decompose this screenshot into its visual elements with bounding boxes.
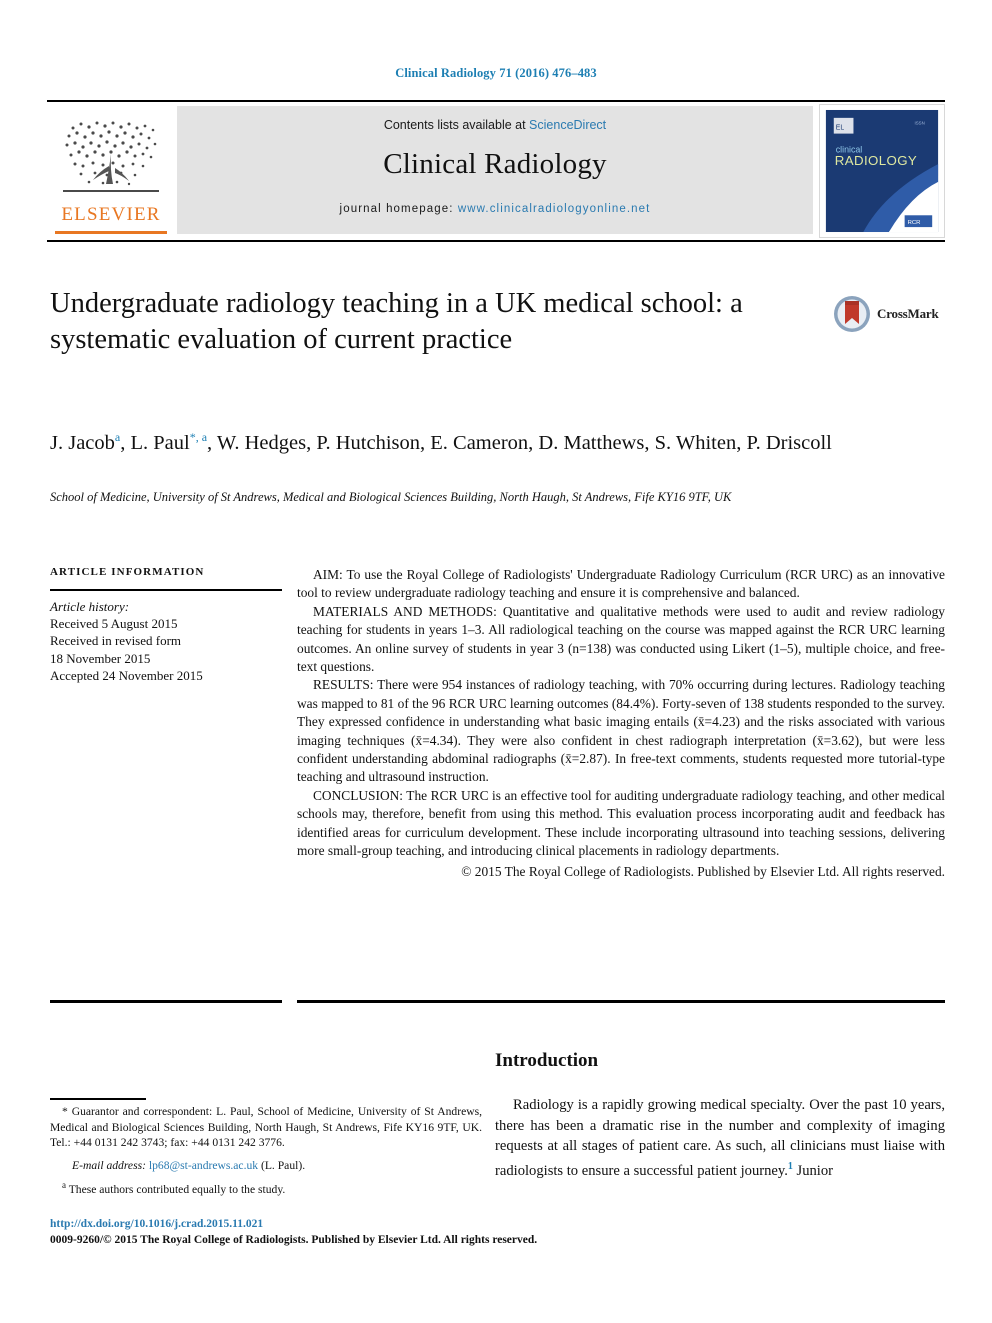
equal-contribution-text: These authors contributed equally to the… <box>68 1183 286 1197</box>
footnote-correspondence: * Guarantor and correspondent: L. Paul, … <box>50 1105 482 1150</box>
introduction-heading: Introduction <box>495 1050 599 1071</box>
article-information-heading: ARTICLE INFORMATION <box>50 566 205 578</box>
article-history-revised-date: 18 November 2015 <box>50 650 151 666</box>
footnote-equal-contribution: a These authors contributed equally to t… <box>50 1178 482 1197</box>
introduction-paragraph: Radiology is a rapidly growing medical s… <box>495 1095 945 1181</box>
journal-title: Clinical Radiology <box>383 148 607 180</box>
article-history-accepted: Accepted 24 November 2015 <box>50 668 203 683</box>
elsevier-logo: ELSEVIER <box>47 104 175 240</box>
abstract-conclusion: CONCLUSION: The RCR URC is an effective … <box>297 787 945 859</box>
journal-homepage-link[interactable]: www.clinicalradiologyonline.net <box>458 203 651 215</box>
page-title: Undergraduate radiology teaching in a UK… <box>50 288 743 355</box>
journal-homepage-line: journal homepage: www.clinicalradiologyo… <box>177 203 813 215</box>
elsevier-wordmark: ELSEVIER <box>61 204 161 225</box>
right-column-divider <box>297 1000 945 1003</box>
svg-text:ISSN: ISSN <box>914 121 924 126</box>
author-list: J. Jacoba, L. Paul*, a, W. Hedges, P. Hu… <box>50 424 850 457</box>
crossmark-label: CrossMark <box>877 306 939 321</box>
journal-cover-thumbnail[interactable]: EL ISSN clinical RADIOLOGY RCR <box>819 104 945 238</box>
svg-text:RADIOLOGY: RADIOLOGY <box>835 153 917 168</box>
email-label: E-mail address: <box>72 1158 146 1172</box>
article-history-revised-label: Received in revised form <box>50 633 182 648</box>
abstract-results: RESULTS: There were 954 instances of rad… <box>297 677 945 785</box>
journal-masthead: ELSEVIER Contents lists available at Sci… <box>47 100 945 242</box>
author-jacob: J. Jacob <box>50 431 115 454</box>
crossmark-icon <box>834 296 870 332</box>
equal-contribution-marker: a <box>62 1180 66 1191</box>
cover-artwork: EL ISSN clinical RADIOLOGY RCR <box>820 105 944 237</box>
article-information-block: ARTICLE INFORMATION Article history: Rec… <box>50 566 282 685</box>
svg-text:EL: EL <box>836 125 845 132</box>
elsevier-tree-icon <box>63 121 159 192</box>
email-attribution: (L. Paul). <box>260 1158 306 1172</box>
authors-remaining: , W. Hedges, P. Hutchison, E. Cameron, D… <box>207 431 832 454</box>
journal-header-band: Contents lists available at ScienceDirec… <box>177 106 813 234</box>
introduction-body: Radiology is a rapidly growing medical s… <box>495 1095 945 1181</box>
affiliation: School of Medicine, University of St And… <box>50 490 732 504</box>
abstract-aim: AIM: To use the Royal College of Radiolo… <box>297 567 945 601</box>
article-history-received: Received 5 August 2015 <box>50 615 178 631</box>
elsevier-underline <box>55 231 167 234</box>
footnote-email: E-mail address: lp68@st-andrews.ac.uk (L… <box>50 1158 482 1174</box>
article-information-rule <box>50 589 282 591</box>
crossmark-badge[interactable]: CrossMark <box>832 292 940 336</box>
running-head: Clinical Radiology 71 (2016) 476–483 <box>395 66 597 80</box>
email-link[interactable]: lp68@st-andrews.ac.uk <box>149 1159 258 1172</box>
abstract: AIM: To use the Royal College of Radiolo… <box>297 566 945 881</box>
doi-link[interactable]: http://dx.doi.org/10.1016/j.crad.2015.11… <box>50 1218 263 1230</box>
abstract-copyright: © 2015 The Royal College of Radiologists… <box>461 863 945 879</box>
journal-article-page: Clinical Radiology 71 (2016) 476–483 ELS… <box>0 0 992 1323</box>
homepage-prefix: journal homepage: <box>339 203 458 215</box>
masthead-top-rule <box>47 100 945 102</box>
contents-available-line: Contents lists available at ScienceDirec… <box>177 106 813 132</box>
introduction-text: Radiology is a rapidly growing medical s… <box>495 1097 945 1179</box>
svg-text:RCR: RCR <box>908 220 921 226</box>
abstract-materials-and-methods: MATERIALS AND METHODS: Quantitative and … <box>297 603 945 675</box>
issn-copyright-line: 0009-9260/© 2015 The Royal College of Ra… <box>50 1234 538 1246</box>
introduction-tail: Junior <box>792 1162 834 1179</box>
footnote-rule <box>50 1098 146 1100</box>
author-paul: , L. Paul <box>120 431 190 454</box>
sciencedirect-link[interactable]: ScienceDirect <box>529 118 606 132</box>
author-paul-affiliation-marker: *, a <box>189 430 208 444</box>
left-column-divider <box>50 1000 282 1003</box>
contents-prefix: Contents lists available at <box>383 118 530 132</box>
article-history-label: Article history: <box>50 598 130 614</box>
footnotes-block: * Guarantor and correspondent: L. Paul, … <box>50 1104 482 1198</box>
masthead-bottom-rule <box>47 240 945 242</box>
